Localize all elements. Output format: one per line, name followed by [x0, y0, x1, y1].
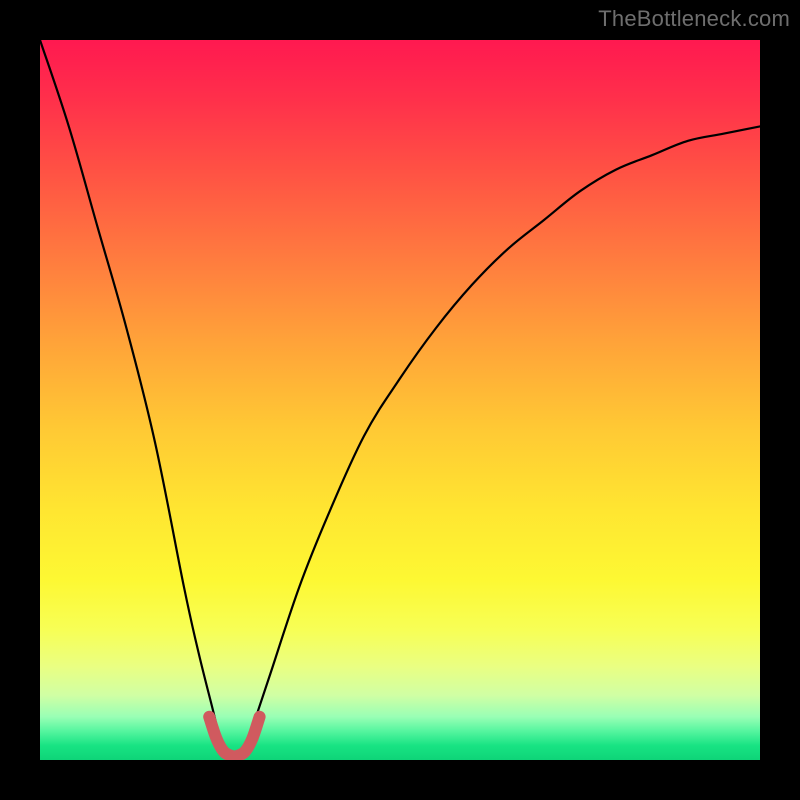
- curve-layer: [40, 40, 760, 760]
- bottleneck-curve: [40, 40, 760, 756]
- plot-area: [40, 40, 760, 760]
- watermark-text: TheBottleneck.com: [598, 6, 790, 32]
- chart-frame: TheBottleneck.com: [0, 0, 800, 800]
- sweet-spot-highlight: [209, 717, 259, 757]
